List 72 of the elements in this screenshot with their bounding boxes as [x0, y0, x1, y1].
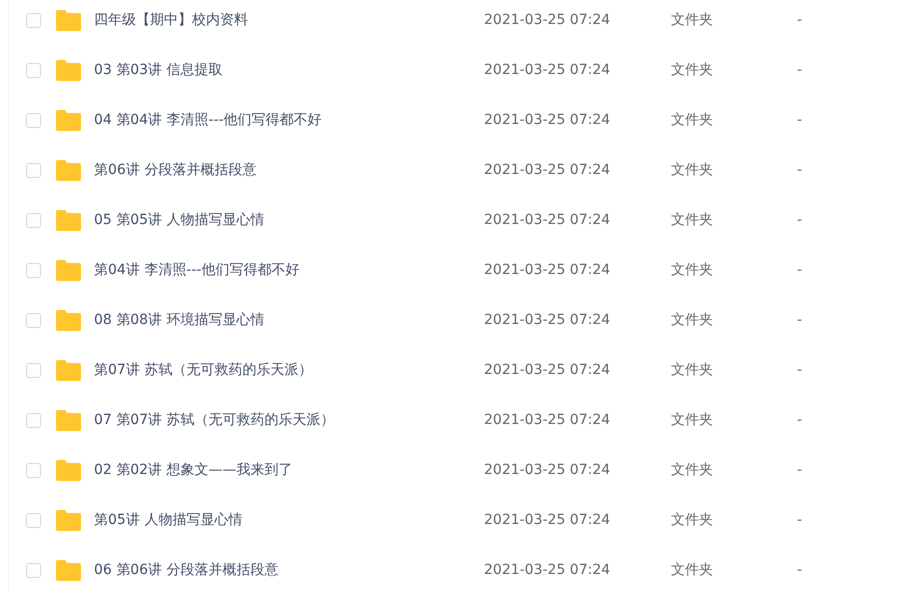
- checkbox[interactable]: [26, 462, 41, 478]
- file-name[interactable]: 第07讲 苏轼（无可救药的乐天派）: [94, 360, 484, 380]
- file-name[interactable]: 05 第05讲 人物描写显心情: [94, 210, 484, 230]
- file-type: 文件夹: [671, 10, 714, 30]
- checkbox[interactable]: [26, 12, 41, 28]
- folder-icon: [55, 210, 81, 230]
- folder-icon: [55, 360, 81, 380]
- modified-date: 2021-03-25 07:24: [484, 60, 612, 80]
- checkbox[interactable]: [26, 412, 41, 428]
- checkbox[interactable]: [26, 362, 41, 378]
- file-size: -: [797, 510, 802, 530]
- file-type: 文件夹: [671, 160, 714, 180]
- file-size: -: [797, 260, 802, 280]
- modified-date: 2021-03-25 07:24: [484, 110, 612, 130]
- folder-icon: [55, 10, 81, 30]
- file-name[interactable]: 04 第04讲 李清照---他们写得都不好: [94, 110, 484, 130]
- modified-date: 2021-03-25 07:24: [484, 160, 612, 180]
- folder-icon: [55, 260, 81, 280]
- file-type: 文件夹: [671, 210, 714, 230]
- file-size: -: [797, 110, 802, 130]
- file-type: 文件夹: [671, 310, 714, 330]
- folder-icon: [55, 460, 81, 480]
- modified-date: 2021-03-25 07:24: [484, 210, 612, 230]
- checkbox[interactable]: [26, 562, 41, 578]
- folder-icon: [55, 560, 81, 580]
- checkbox[interactable]: [26, 512, 41, 528]
- file-size: -: [797, 10, 802, 30]
- file-size: -: [797, 560, 802, 580]
- file-size: -: [797, 410, 802, 430]
- file-name[interactable]: 02 第02讲 想象文——我来到了: [94, 460, 484, 480]
- file-name[interactable]: 08 第08讲 环境描写显心情: [94, 310, 484, 330]
- folder-icon: [55, 160, 81, 180]
- file-size: -: [797, 460, 802, 480]
- folder-icon: [55, 60, 81, 80]
- modified-date: 2021-03-25 07:24: [484, 460, 612, 480]
- folder-icon: [55, 410, 81, 430]
- file-size: -: [797, 60, 802, 80]
- checkbox[interactable]: [26, 162, 41, 178]
- file-type: 文件夹: [671, 360, 714, 380]
- modified-date: 2021-03-25 07:24: [484, 360, 612, 380]
- folder-icon: [55, 310, 81, 330]
- file-type: 文件夹: [671, 60, 714, 80]
- file-size: -: [797, 210, 802, 230]
- file-name[interactable]: 06 第06讲 分段落并概括段意: [94, 560, 484, 580]
- checkbox[interactable]: [26, 112, 41, 128]
- modified-date: 2021-03-25 07:24: [484, 560, 612, 580]
- file-size: -: [797, 310, 802, 330]
- file-size: -: [797, 360, 802, 380]
- file-name[interactable]: 03 第03讲 信息提取: [94, 60, 484, 80]
- file-type: 文件夹: [671, 460, 714, 480]
- checkbox[interactable]: [26, 312, 41, 328]
- file-name[interactable]: 四年级【期中】校内资料: [94, 10, 484, 30]
- modified-date: 2021-03-25 07:24: [484, 410, 612, 430]
- file-type: 文件夹: [671, 560, 714, 580]
- file-name[interactable]: 第05讲 人物描写显心情: [94, 510, 484, 530]
- file-name[interactable]: 07 第07讲 苏轼（无可救药的乐天派）: [94, 410, 484, 430]
- modified-date: 2021-03-25 07:24: [484, 10, 612, 30]
- file-type: 文件夹: [671, 110, 714, 130]
- modified-date: 2021-03-25 07:24: [484, 310, 612, 330]
- file-type: 文件夹: [671, 410, 714, 430]
- file-size: -: [797, 160, 802, 180]
- file-type: 文件夹: [671, 260, 714, 280]
- checkbox[interactable]: [26, 212, 41, 228]
- file-name[interactable]: 第06讲 分段落并概括段意: [94, 160, 484, 180]
- modified-date: 2021-03-25 07:24: [484, 260, 612, 280]
- file-name[interactable]: 第04讲 李清照---他们写得都不好: [94, 260, 484, 280]
- modified-date: 2021-03-25 07:24: [484, 510, 612, 530]
- file-type: 文件夹: [671, 510, 714, 530]
- folder-icon: [55, 110, 81, 130]
- checkbox[interactable]: [26, 262, 41, 278]
- folder-icon: [55, 510, 81, 530]
- checkbox[interactable]: [26, 62, 41, 78]
